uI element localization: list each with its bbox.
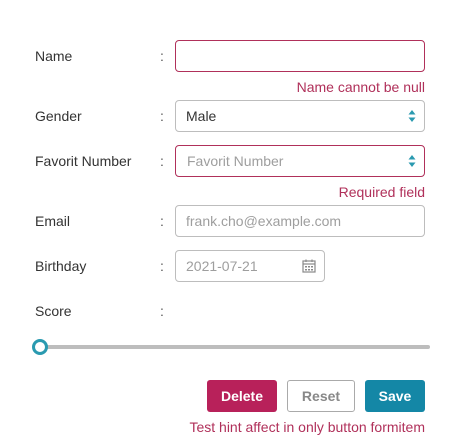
select-arrows-icon [408,110,416,122]
favorite-number-label: Favorit Number [35,153,132,169]
delete-button[interactable]: Delete [207,380,277,412]
reset-button[interactable]: Reset [287,380,355,412]
favorite-number-error-hint: Required field [338,184,425,200]
score-label: Score [35,303,72,319]
select-arrows-icon [408,155,416,167]
gender-select-value: Male [186,108,217,124]
name-error-hint: Name cannot be null [296,79,425,95]
gender-label: Gender [35,108,82,124]
save-button[interactable]: Save [365,380,425,412]
calendar-icon[interactable] [302,259,316,273]
email-colon: : [160,213,164,229]
score-slider-track[interactable] [40,345,430,349]
gender-select[interactable]: Male [175,100,425,132]
favorite-number-placeholder: Favorit Number [187,153,284,169]
email-input[interactable] [175,205,425,237]
name-input[interactable] [175,40,425,72]
favorite-number-colon: : [160,153,164,169]
button-hint: Test hint affect in only button formitem [189,419,425,435]
birthday-colon: : [160,258,164,274]
score-slider-thumb[interactable] [32,339,48,355]
name-colon: : [160,48,164,64]
gender-colon: : [160,108,164,124]
name-label: Name [35,48,73,64]
score-colon: : [160,303,164,319]
favorite-number-select[interactable]: Favorit Number [175,145,425,177]
birthday-label: Birthday [35,258,87,274]
email-label: Email [35,213,71,229]
